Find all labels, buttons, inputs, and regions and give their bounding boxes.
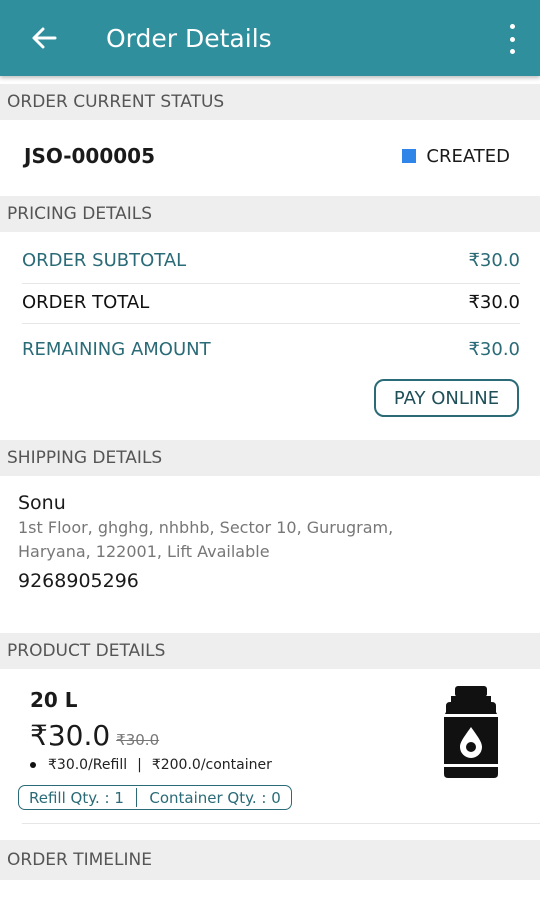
remaining-value: ₹30.0: [468, 339, 520, 360]
status-square-icon: [402, 149, 417, 163]
status-text: CREATED: [426, 145, 510, 167]
product-original-price: ₹30.0: [116, 731, 160, 749]
pricing-section-header: PRICING DETAILS: [0, 196, 540, 232]
product-price-group: ₹30.0 ₹30.0: [30, 719, 159, 752]
qty-separator: [135, 788, 138, 807]
container-qty: Container Qty. : 0: [149, 788, 281, 807]
subtotal-label: ORDER SUBTOTAL: [22, 250, 187, 271]
pay-online-button[interactable]: PAY ONLINE: [374, 379, 519, 417]
order-id: JSO-000005: [24, 144, 156, 168]
refill-rate: ₹30.0/Refill: [48, 757, 128, 773]
divider: [22, 283, 520, 284]
more-options-icon[interactable]: [504, 24, 520, 54]
subtotal-value: ₹30.0: [468, 250, 520, 271]
remaining-row: REMAINING AMOUNT ₹30.0: [22, 339, 520, 360]
bullet-icon: [30, 762, 36, 768]
app-bar: Order Details: [0, 0, 540, 76]
divider: [22, 323, 520, 324]
divider: [22, 823, 540, 824]
shipping-address-line2: Haryana, 122001, Lift Available: [18, 542, 270, 561]
refill-qty: Refill Qty. : 1: [29, 788, 124, 807]
total-value: ₹30.0: [468, 292, 520, 313]
total-label: ORDER TOTAL: [22, 292, 150, 313]
total-row: ORDER TOTAL ₹30.0: [22, 292, 520, 313]
status-card: JSO-000005 CREATED: [0, 120, 540, 192]
shipping-section-header: SHIPPING DETAILS: [0, 440, 540, 476]
back-arrow-icon[interactable]: [24, 18, 64, 58]
status-section-header: ORDER CURRENT STATUS: [0, 84, 540, 120]
shipping-phone: 9268905296: [18, 570, 139, 592]
water-bottle-icon: [440, 684, 502, 784]
shipping-address-line1: 1st Floor, ghghg, nhbhb, Sector 10, Guru…: [18, 518, 394, 537]
subtotal-row: ORDER SUBTOTAL ₹30.0: [22, 250, 520, 271]
page-title: Order Details: [106, 23, 272, 53]
status-badge: CREATED: [402, 146, 510, 167]
quantity-box: Refill Qty. : 1 Container Qty. : 0: [18, 785, 292, 810]
remaining-label: REMAINING AMOUNT: [22, 339, 211, 360]
container-rate: ₹200.0/container: [151, 757, 272, 773]
timeline-card: [0, 880, 540, 900]
product-price: ₹30.0: [30, 719, 111, 752]
rate-separator: |: [137, 757, 142, 773]
product-size: 20 L: [30, 688, 78, 712]
product-rates: ₹30.0/Refill | ₹200.0/container: [30, 757, 272, 773]
product-section-header: PRODUCT DETAILS: [0, 633, 540, 669]
shipping-name: Sonu: [18, 492, 66, 514]
timeline-section-header: ORDER TIMELINE: [0, 840, 540, 880]
